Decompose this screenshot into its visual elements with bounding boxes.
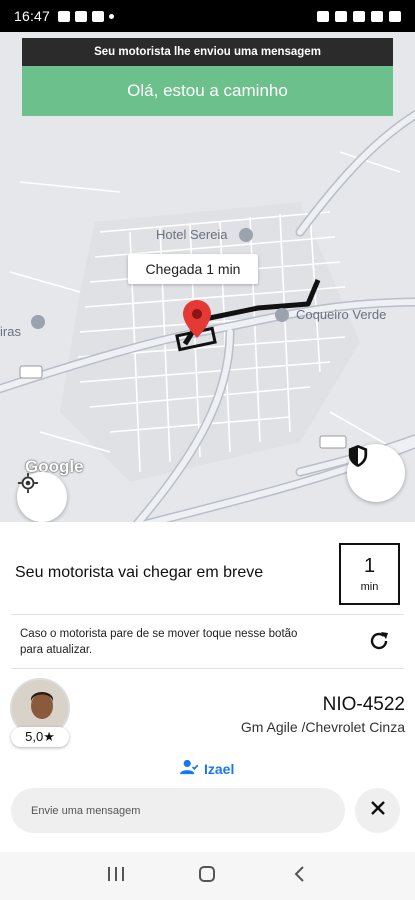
divider (11, 614, 404, 615)
battery-icon (389, 10, 401, 22)
driver-name-link[interactable]: Izael (180, 759, 234, 778)
eta-minutes-box: 1 min (339, 543, 400, 605)
refresh-hint: Caso o motorista pare de se mover toque … (20, 628, 298, 656)
safety-shield-button[interactable] (347, 444, 405, 502)
alarm-icon (317, 10, 329, 22)
notification-header: Seu motorista lhe enviou uma mensagem (22, 38, 393, 66)
back-button[interactable] (279, 856, 319, 896)
close-icon (370, 800, 386, 821)
close-button[interactable] (355, 788, 400, 833)
person-icon (180, 759, 199, 778)
status-left-icons (58, 10, 115, 22)
eta-bubble: Chegada 1 min (128, 254, 258, 284)
arrival-title: Seu motorista vai chegar em breve (15, 564, 264, 581)
home-icon (198, 865, 216, 888)
recent-apps-icon (107, 866, 125, 887)
signal-icon (371, 10, 383, 22)
divider (11, 668, 404, 669)
app-screen: 16:47 Hotel Sereia Coqueiro Verde iras G… (0, 0, 415, 900)
more-notifications-icon (109, 13, 115, 19)
recent-apps-button[interactable] (96, 856, 136, 896)
wifi-icon (353, 10, 365, 22)
app-notification-icon (92, 10, 105, 22)
refresh-icon (367, 629, 391, 658)
notification-message: Olá, estou a caminho (22, 66, 393, 116)
refresh-button[interactable] (362, 626, 396, 660)
message-input[interactable] (11, 788, 345, 833)
trip-bottom-sheet: Seu motorista vai chegar em breve 1 min … (0, 522, 415, 852)
eta-minutes-value: 1 (363, 555, 376, 577)
status-bar: 16:47 (0, 0, 415, 32)
eta-minutes-unit: min (360, 581, 379, 593)
message-notification[interactable]: Seu motorista lhe enviou uma mensagem Ol… (22, 38, 393, 116)
location-icon (335, 10, 347, 22)
driver-name: Izael (204, 760, 235, 777)
poi-iras[interactable]: iras (0, 324, 21, 339)
poi-hotel-sereia[interactable]: Hotel Sereia (156, 227, 228, 242)
chat-notification-icon (58, 10, 71, 22)
status-right-icons (317, 10, 401, 22)
my-location-button[interactable] (17, 472, 67, 522)
vehicle-description: Gm Agile /Chevrolet Cinza (240, 719, 405, 735)
arrival-row: Seu motorista vai chegar em breve 1 min (0, 522, 415, 614)
poi-coqueiro-verde[interactable]: Coqueiro Verde (296, 307, 386, 322)
status-time: 16:47 (14, 8, 51, 24)
home-button[interactable] (187, 856, 227, 896)
back-icon (293, 865, 305, 888)
system-navigation-bar (0, 852, 415, 900)
gmail-notification-icon (75, 10, 88, 22)
driver-rating: 5,0★ (11, 727, 69, 747)
vehicle-plate: NIO-4522 (322, 694, 405, 715)
